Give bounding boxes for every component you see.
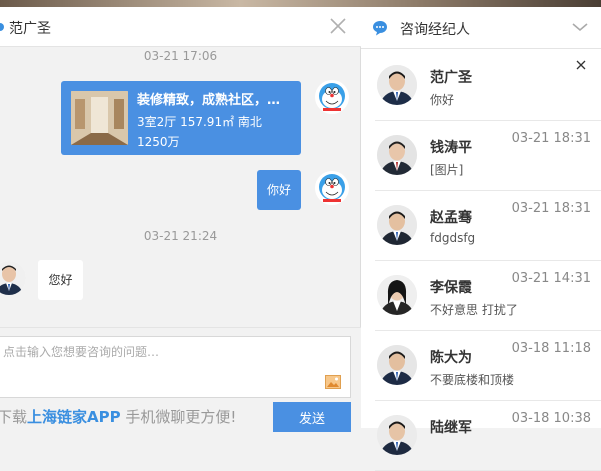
agent-name: 范广圣 — [430, 70, 472, 86]
app-promo-text: 下载上海链家APP 手机微聊更方便! — [0, 406, 236, 427]
agent-avatar — [377, 345, 417, 385]
promo-prefix: 下载 — [0, 408, 28, 426]
agent-last-message: 不要底楼和顶楼 — [430, 373, 515, 387]
agent-list-item[interactable]: 李保霞不好意思 打扰了 03-21 14:31 — [375, 261, 601, 331]
listing-price: 1250万 — [137, 135, 180, 149]
agent-last-time: 03-21 18:31 — [511, 201, 591, 216]
listing-thumbnail — [71, 91, 128, 145]
close-icon[interactable] — [327, 15, 349, 37]
agent-list-item[interactable]: 陈大为不要底楼和顶楼 03-18 11:18 — [375, 331, 601, 401]
chat-bubble-icon — [373, 21, 387, 36]
listing-title: 装修精致，成熟社区，… — [137, 93, 281, 108]
agent-list-item[interactable]: 陆继军 03-18 10:38 — [375, 401, 601, 471]
user-avatar — [315, 171, 349, 205]
my-message-bubble: 你好 — [257, 170, 301, 210]
agent-avatar — [0, 261, 26, 295]
agent-avatar — [377, 275, 417, 315]
promo-suffix: 手机微聊更方便! — [120, 408, 237, 426]
agent-last-message: 你好 — [430, 93, 455, 107]
agent-avatar — [377, 135, 417, 175]
composer: 下载上海链家APP 手机微聊更方便! 发送 — [0, 327, 361, 432]
promo-app-link[interactable]: 上海链家APP — [27, 408, 121, 426]
agent-name: 陆继军 — [430, 420, 472, 436]
chat-agent-name: 范广圣 — [9, 21, 51, 37]
message-timestamp: 03-21 21:24 — [143, 229, 218, 243]
agents-panel: 咨询经纪人 范广圣你好钱涛平 [图片] 03-21 18:31 赵孟骞 fdgdsfg 0… — [361, 7, 601, 471]
agent-list-item[interactable]: 范广圣 你好 — [375, 51, 601, 121]
image-upload-icon[interactable] — [325, 375, 341, 389]
message-input[interactable] — [3, 345, 313, 359]
agent-name: 李保霞 — [430, 280, 472, 296]
chat-header: 范广圣 — [0, 7, 361, 47]
agent-avatar — [377, 415, 417, 455]
agent-list-item[interactable]: 钱涛平 [图片] 03-21 18:31 — [375, 121, 601, 191]
listing-card-message[interactable]: 装修精致，成熟社区，… 3室2厅 157.91㎡ 南北 1250万 — [61, 81, 301, 155]
agent-last-time: 03-21 14:31 — [511, 271, 591, 286]
agents-header[interactable]: 咨询经纪人 — [361, 7, 601, 49]
agents-title: 咨询经纪人 — [400, 22, 470, 38]
chevron-down-icon[interactable] — [571, 21, 589, 33]
agent-last-time: 03-18 11:18 — [511, 341, 591, 356]
agent-name: 赵孟骞 — [430, 210, 472, 226]
agent-last-time: 03-21 18:31 — [511, 131, 591, 146]
agent-name: 陈大为 — [430, 350, 472, 366]
user-avatar — [315, 80, 349, 114]
agent-avatar — [377, 65, 417, 105]
agent-name: 钱涛平 — [430, 140, 472, 156]
window-top-strip — [0, 0, 601, 7]
agent-last-message: [图片] — [430, 163, 464, 177]
agent-avatar — [377, 205, 417, 245]
agent-list-item[interactable]: 赵孟骞 fdgdsfg 03-21 18:31 — [375, 191, 601, 261]
agent-last-message: 不好意思 打扰了 — [430, 303, 518, 317]
message-input-box[interactable] — [0, 336, 351, 398]
agent-last-message: fdgdsfg — [430, 231, 476, 245]
online-status-icon — [0, 23, 4, 31]
remove-agent-icon[interactable] — [575, 59, 587, 71]
message-timestamp: 03-21 17:06 — [143, 49, 218, 63]
chat-panel: 范广圣 03-21 17:06 装修精致，成熟社区，… 3室2厅 157.91㎡… — [0, 7, 361, 432]
agent-message-bubble: 您好 — [38, 260, 83, 300]
listing-spec: 3室2厅 157.91㎡ 南北 — [137, 115, 262, 129]
agent-last-time: 03-18 10:38 — [511, 411, 591, 426]
